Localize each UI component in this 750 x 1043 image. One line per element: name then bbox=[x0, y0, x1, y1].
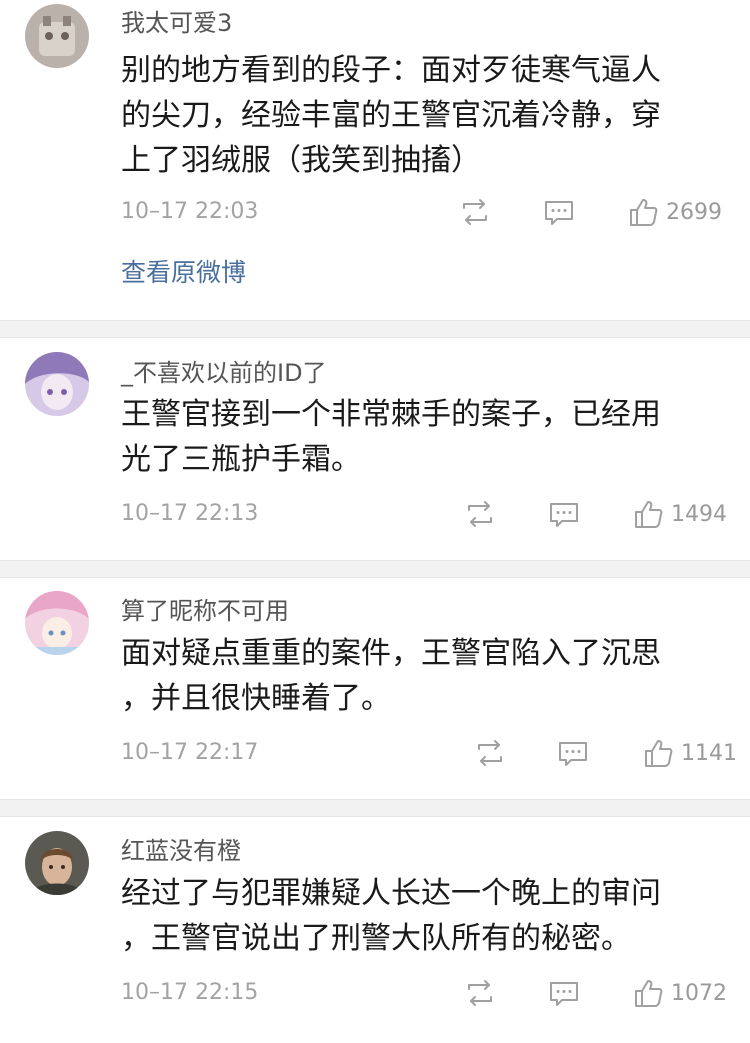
repost-icon bbox=[468, 501, 492, 527]
thumbs-up-icon bbox=[645, 740, 673, 767]
username[interactable]: 算了昵称不可用 bbox=[121, 596, 289, 626]
comment-button[interactable] bbox=[557, 737, 589, 769]
like-button[interactable]: 1494 bbox=[633, 498, 727, 530]
comment-button[interactable] bbox=[548, 498, 580, 530]
like-button[interactable]: 2699 bbox=[628, 196, 722, 228]
comment-text: 别的地方看到的段子：面对歹徒寒气逼人 的尖刀，经验丰富的王警官沉着冷静，穿 上了… bbox=[121, 53, 661, 178]
repost-button[interactable] bbox=[458, 196, 492, 228]
timestamp: 10–17 22:13 bbox=[121, 501, 259, 526]
divider bbox=[0, 320, 750, 338]
like-button[interactable]: 1072 bbox=[633, 977, 727, 1009]
comment-feed: 我太可爱3 别的地方看到的段子：面对歹徒寒气逼人 的尖刀，经验丰富的王警官沉着冷… bbox=[0, 0, 750, 1043]
comment-text: 经过了与犯罪嫌疑人长达一个晚上的审问 ，王警官说出了刑警大队所有的秘密。 bbox=[121, 876, 661, 956]
avatar[interactable] bbox=[25, 352, 89, 416]
repost-icon bbox=[468, 980, 492, 1006]
timestamp: 10–17 22:03 bbox=[121, 199, 259, 224]
thumbs-up-icon bbox=[630, 199, 658, 226]
avatar[interactable] bbox=[25, 831, 89, 895]
avatar[interactable] bbox=[25, 4, 89, 68]
like-button[interactable]: 1141 bbox=[643, 737, 737, 769]
repost-icon bbox=[478, 740, 502, 766]
timestamp: 10–17 22:15 bbox=[121, 980, 259, 1005]
comment-text: 面对疑点重重的案件，王警官陷入了沉思 ，并且很快睡着了。 bbox=[121, 636, 661, 716]
avatar[interactable] bbox=[25, 591, 89, 655]
thumbs-up-icon bbox=[635, 980, 663, 1007]
divider bbox=[0, 799, 750, 817]
username[interactable]: 红蓝没有橙 bbox=[121, 836, 241, 866]
repost-button[interactable] bbox=[463, 977, 497, 1009]
repost-button[interactable] bbox=[473, 737, 507, 769]
comment-text: 王警官接到一个非常棘手的案子，已经用 光了三瓶护手霜。 bbox=[121, 397, 661, 477]
comment-item: _不喜欢以前的ID了 王警官接到一个非常棘手的案子，已经用 光了三瓶护手霜。 1… bbox=[0, 338, 750, 560]
like-count: 2699 bbox=[666, 199, 722, 225]
comment-icon bbox=[550, 503, 578, 527]
view-original-link[interactable]: 查看原微博 bbox=[121, 258, 246, 288]
like-count: 1072 bbox=[671, 980, 727, 1006]
like-count: 1141 bbox=[681, 740, 737, 766]
comment-item: 算了昵称不可用 面对疑点重重的案件，王警官陷入了沉思 ，并且很快睡着了。 10–… bbox=[0, 578, 750, 799]
divider bbox=[0, 560, 750, 578]
username[interactable]: _不喜欢以前的ID了 bbox=[121, 358, 327, 388]
comment-button[interactable] bbox=[543, 196, 575, 228]
timestamp: 10–17 22:17 bbox=[121, 740, 259, 765]
like-count: 1494 bbox=[671, 501, 727, 527]
comment-item: 红蓝没有橙 经过了与犯罪嫌疑人长达一个晚上的审问 ，王警官说出了刑警大队所有的秘… bbox=[0, 817, 750, 1043]
comment-item: 我太可爱3 别的地方看到的段子：面对歹徒寒气逼人 的尖刀，经验丰富的王警官沉着冷… bbox=[0, 0, 750, 320]
repost-icon bbox=[463, 199, 487, 225]
comment-icon bbox=[545, 201, 573, 225]
comment-button[interactable] bbox=[548, 977, 580, 1009]
comment-icon bbox=[559, 742, 587, 766]
repost-button[interactable] bbox=[463, 498, 497, 530]
thumbs-up-icon bbox=[635, 501, 663, 528]
username[interactable]: 我太可爱3 bbox=[121, 8, 232, 38]
comment-icon bbox=[550, 982, 578, 1006]
